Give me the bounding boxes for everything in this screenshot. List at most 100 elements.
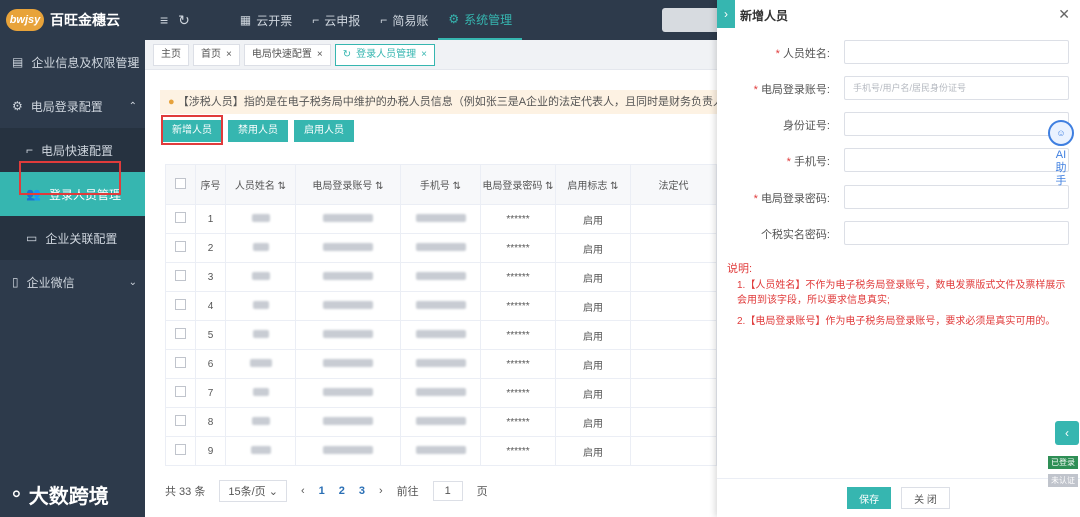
- chevron-right-icon[interactable]: ›: [717, 0, 735, 28]
- prev-page-icon[interactable]: ‹: [301, 485, 305, 497]
- page-2[interactable]: 2: [339, 485, 345, 497]
- row-checkbox[interactable]: [165, 291, 196, 321]
- column-header[interactable]: 人员姓名 ⇅: [225, 164, 296, 205]
- row-checkbox[interactable]: [165, 378, 196, 408]
- field-tax-password-row: 个税实名密码:: [717, 221, 1080, 245]
- nav-item-declare[interactable]: ⌐ 云申报: [302, 0, 370, 40]
- row-index: 4: [195, 291, 226, 321]
- close-icon[interactable]: ×: [421, 45, 427, 65]
- page-3[interactable]: 3: [359, 485, 365, 497]
- crop-icon: ⌐: [312, 13, 320, 27]
- column-header: 序号: [195, 164, 226, 205]
- table-row[interactable]: 7 ****** 启用: [165, 378, 717, 408]
- cell-legal: [630, 436, 717, 466]
- row-checkbox[interactable]: [165, 262, 196, 292]
- tab-quick-config[interactable]: 电局快速配置 ×: [243, 43, 331, 66]
- row-checkbox[interactable]: [165, 349, 196, 379]
- crop-icon: ⌐: [26, 143, 34, 157]
- table-row[interactable]: 1 ****** 启用: [165, 204, 717, 234]
- page-size-select[interactable]: 15条/页 ⌄: [219, 480, 287, 502]
- table-row[interactable]: 3 ****** 启用: [165, 262, 717, 292]
- sidebar-item-wechat[interactable]: ▯ 企业微信 ⌄: [0, 260, 145, 304]
- save-button[interactable]: 保存: [847, 487, 892, 509]
- row-checkbox[interactable]: [165, 233, 196, 263]
- top-nav: ▦ 云开票 ⌐ 云申报 ⌐ 简易账 ⚙ 系统管理: [230, 0, 523, 40]
- password-input[interactable]: [844, 185, 1069, 209]
- sidebar-item-quick-config[interactable]: ⌐ 电局快速配置: [0, 128, 145, 172]
- goto-page-input[interactable]: 1: [432, 481, 463, 501]
- page-1[interactable]: 1: [319, 485, 325, 497]
- cell-legal: [630, 378, 717, 408]
- tab-home[interactable]: 主页: [153, 43, 189, 66]
- table-row[interactable]: 2 ****** 启用: [165, 233, 717, 263]
- cell-phone: [400, 349, 481, 379]
- cell-name: [225, 204, 296, 234]
- grid-icon: ▦: [239, 13, 252, 27]
- column-header: 法定代: [630, 164, 717, 205]
- tab-index[interactable]: 首页 ×: [193, 43, 240, 66]
- sidebar-item-enterprise[interactable]: ▤ 企业信息及权限管理 ⌄: [0, 40, 145, 84]
- column-header[interactable]: 电局登录密码 ⇅: [480, 164, 556, 205]
- table-row[interactable]: 6 ****** 启用: [165, 349, 717, 379]
- crop-icon: ⌐: [380, 13, 388, 27]
- cell-phone: [400, 320, 481, 350]
- cell-account: [295, 378, 401, 408]
- cell-status: 启用: [555, 204, 631, 234]
- close-icon[interactable]: ×: [317, 45, 323, 65]
- tabs-bar: 主页 首页 × 电局快速配置 × ↻ 登录人员管理 ×: [145, 40, 717, 70]
- enable-user-button[interactable]: 启用人员: [294, 120, 354, 142]
- ai-assistant[interactable]: ☺ AI助手: [1047, 120, 1075, 188]
- column-header[interactable]: 电局登录账号 ⇅: [295, 164, 401, 205]
- cell-status: 启用: [555, 378, 631, 408]
- cell-account: [295, 233, 401, 263]
- add-user-button[interactable]: 新增人员: [162, 120, 222, 142]
- pagination: 共 33 条 15条/页 ⌄ ‹ 1 2 3 › 前往 1 页: [165, 480, 488, 502]
- close-icon[interactable]: ✕: [1058, 6, 1070, 23]
- row-checkbox[interactable]: [165, 320, 196, 350]
- sidebar-item-association[interactable]: ▭ 企业关联配置: [0, 216, 145, 260]
- select-all-checkbox[interactable]: [165, 164, 196, 205]
- sidebar-item-tax-login[interactable]: ⚙ 电局登录配置 ⌃: [0, 84, 145, 128]
- status-badge: 未认证: [1048, 474, 1078, 487]
- sidebar-item-login-users[interactable]: 👥 登录人员管理: [0, 172, 145, 216]
- cell-status: 启用: [555, 233, 631, 263]
- tax-password-input[interactable]: [844, 221, 1069, 245]
- nav-item-accounting[interactable]: ⌐ 简易账: [370, 0, 438, 40]
- table-row[interactable]: 8 ****** 启用: [165, 407, 717, 437]
- cell-phone: [400, 233, 481, 263]
- row-checkbox[interactable]: [165, 204, 196, 234]
- tab-login-users[interactable]: ↻ 登录人员管理 ×: [334, 43, 435, 66]
- cancel-button[interactable]: 关 闭: [901, 487, 950, 509]
- chevron-down-icon: ⌄: [128, 56, 137, 68]
- column-header[interactable]: 启用标志 ⇅: [555, 164, 631, 205]
- nav-item-invoice[interactable]: ▦ 云开票: [230, 0, 302, 40]
- cell-password: ******: [480, 349, 556, 379]
- gear-icon: ⚙: [12, 99, 23, 113]
- menu-toggle-icon[interactable]: ≡: [160, 12, 168, 29]
- row-checkbox[interactable]: [165, 407, 196, 437]
- phone-input[interactable]: [844, 148, 1069, 172]
- app-name: 百旺金穗云: [50, 12, 120, 28]
- account-input[interactable]: [844, 76, 1069, 100]
- table-row[interactable]: 9 ****** 启用: [165, 436, 717, 466]
- close-icon[interactable]: ×: [226, 45, 232, 65]
- chevron-left-icon[interactable]: ‹: [1055, 421, 1079, 445]
- status-badge: 已登录: [1048, 456, 1078, 469]
- next-page-icon[interactable]: ›: [379, 485, 383, 497]
- cell-status: 启用: [555, 349, 631, 379]
- name-input[interactable]: [844, 40, 1069, 64]
- refresh-icon: ↻: [342, 48, 352, 60]
- row-index: 6: [195, 349, 226, 379]
- refresh-icon[interactable]: ↻: [178, 12, 190, 29]
- table-row[interactable]: 5 ****** 启用: [165, 320, 717, 350]
- nav-item-system[interactable]: ⚙ 系统管理: [438, 0, 523, 40]
- id-card-input[interactable]: [844, 112, 1069, 136]
- row-checkbox[interactable]: [165, 436, 196, 466]
- disable-user-button[interactable]: 禁用人员: [228, 120, 288, 142]
- table-row[interactable]: 4 ****** 启用: [165, 291, 717, 321]
- users-icon: 👥: [26, 187, 41, 201]
- cell-status: 启用: [555, 262, 631, 292]
- top-search-box[interactable]: [662, 8, 722, 32]
- column-header[interactable]: 手机号 ⇅: [400, 164, 481, 205]
- chevron-up-icon: ⌃: [128, 100, 137, 112]
